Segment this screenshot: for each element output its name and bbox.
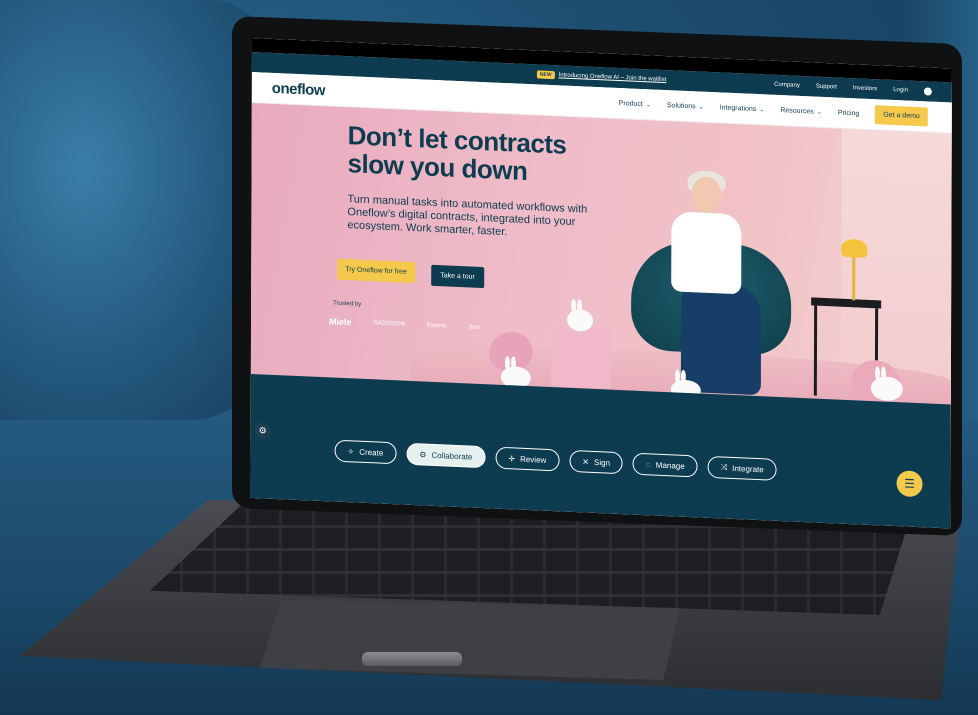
oneflow-logo[interactable]: oneflow [272,79,325,98]
hero-section: Don’t let contracts slow you down Turn m… [250,102,952,420]
trusted-by-label: Trusted by [333,300,362,308]
chat-icon[interactable]: ☰ [896,470,923,498]
lamp-stem [852,255,856,301]
utility-nav-company[interactable]: Company [774,82,800,89]
tab-sign[interactable]: ✕ Sign [569,449,624,475]
tab-collaborate-label: Collaborate [431,450,473,462]
sparkle-icon: ✧ [347,446,355,456]
logo-miele: Miele [329,316,352,328]
tab-create[interactable]: ✧ Create [334,439,397,465]
tab-integrate-label: Integrate [732,463,764,474]
laptop-trackpad [260,600,680,680]
utility-nav-login[interactable]: Login [893,87,908,94]
nav-product-label: Product [618,99,643,108]
nav-resources-label: Resources [780,106,814,116]
rabbit [567,308,594,332]
chevron-down-icon: ⌄ [759,106,765,113]
plus-icon: ✛ [508,453,516,463]
cookie-settings-icon[interactable]: ⚙ [254,422,271,439]
feature-tabs: ✧ Create ⚙ Collaborate ✛ Review ✕ Sign ◌ Mana… [334,439,777,481]
chevron-down-icon: ⌄ [816,109,822,116]
announcement-link[interactable]: Introducing Oneflow AI – Join the waitli… [559,72,667,83]
side-table [811,297,882,309]
new-badge: NEW [536,70,555,80]
nav-product[interactable]: Product ⌄ [619,100,651,108]
tab-review[interactable]: ✛ Review [495,446,560,472]
arrows-icon: ⤨ [720,462,728,472]
lamp-shade [841,238,868,258]
nav-solutions[interactable]: Solutions ⌄ [667,102,704,111]
globe-icon[interactable] [923,87,932,96]
tab-create-label: Create [359,447,384,458]
spinner-icon: ◌ [646,459,651,469]
take-tour-button[interactable]: Take a tour [431,264,484,289]
person-head [691,176,722,214]
nav-integrations[interactable]: Integrations ⌄ [720,104,765,113]
hero-subtitle: Turn manual tasks into automated workflo… [347,193,588,239]
utility-nav-investors[interactable]: Investors [853,85,877,92]
table-leg [813,305,818,396]
customer-logos: Miele RADISSON Experis dors [329,316,481,333]
couch-cushion [0,0,270,420]
chevron-down-icon: ⌄ [698,104,704,111]
tab-sign-label: Sign [594,457,611,468]
hero-title: Don’t let contracts slow you down [347,120,567,187]
person-pants [680,281,762,396]
nav-resources[interactable]: Resources ⌄ [780,107,822,116]
logo-experis: Experis [426,322,447,330]
try-free-button[interactable]: Try Oneflow for free [337,258,415,284]
person-shirt [671,211,742,295]
tab-manage[interactable]: ◌ Manage [633,452,698,478]
logo-radisson: RADISSON [373,320,405,328]
laptop-screen: NEW Introducing Oneflow AI – Join the wa… [250,38,952,529]
laptop-hinge [362,652,462,666]
tab-collaborate[interactable]: ⚙ Collaborate [406,442,486,469]
tab-manage-label: Manage [655,460,685,471]
pink-box [550,326,612,389]
gear-icon: ⚙ [419,449,427,460]
nav-integrations-label: Integrations [719,103,757,113]
tab-integrate[interactable]: ⤨ Integrate [707,455,777,481]
x-icon: ✕ [582,456,590,467]
utility-nav-support[interactable]: Support [816,84,837,91]
chevron-down-icon: ⌄ [645,101,651,108]
nav-solutions-label: Solutions [666,101,696,110]
get-demo-button[interactable]: Get a demo [875,104,928,127]
logo-dors: dors [468,324,481,331]
nav-pricing[interactable]: Pricing [838,109,859,117]
tab-review-label: Review [520,454,547,465]
